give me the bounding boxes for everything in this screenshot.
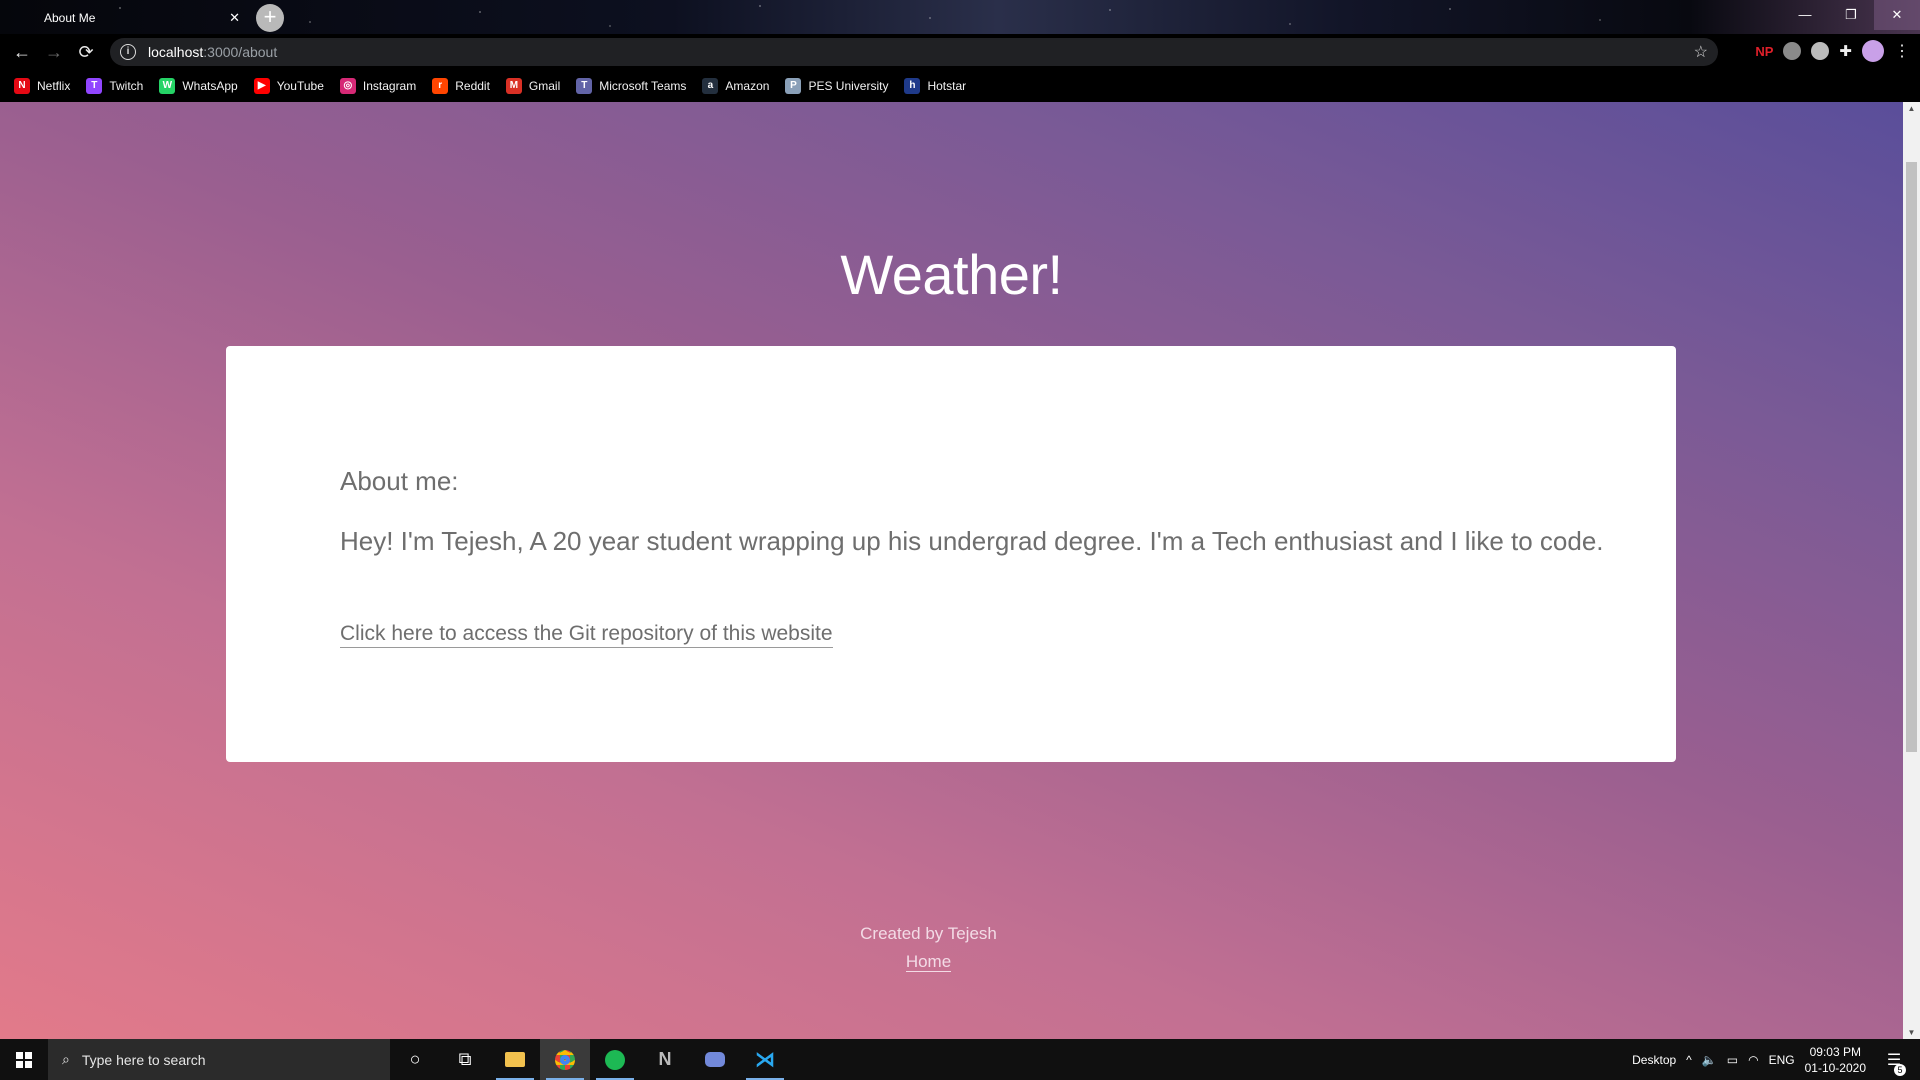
np-extension-icon[interactable]: NP: [1755, 44, 1773, 59]
file-explorer-icon[interactable]: [490, 1039, 540, 1080]
microsoft-teams-icon: T: [576, 78, 593, 94]
scrollbar-thumb[interactable]: [1906, 162, 1917, 752]
page-footer: Created by Tejesh Home: [0, 924, 1857, 972]
minimize-button[interactable]: —: [1782, 0, 1828, 30]
home-link[interactable]: Home: [905, 952, 952, 972]
scroll-down-arrow-icon[interactable]: ▼: [1903, 1028, 1920, 1037]
chrome-icon[interactable]: [540, 1039, 590, 1080]
hotstar-icon: h: [904, 78, 921, 94]
bookmark-twitch[interactable]: T Twitch: [86, 78, 143, 94]
taskbar-clock[interactable]: 09:03 PM 01-10-2020: [1805, 1044, 1866, 1076]
vscode-icon[interactable]: ⋊: [740, 1039, 790, 1080]
bookmark-label: Twitch: [109, 79, 144, 93]
bookmark-netflix[interactable]: N Netflix: [14, 78, 70, 94]
about-bio: Hey! I'm Tejesh, A 20 year student wrapp…: [340, 526, 1604, 556]
bookmark-label: WhatsApp: [182, 79, 238, 93]
bookmark-label: Microsoft Teams: [599, 79, 687, 93]
bookmark-label: Reddit: [455, 79, 490, 93]
cortana-icon[interactable]: ○: [390, 1039, 440, 1080]
bookmark-pes-university[interactable]: P PES University: [785, 78, 888, 94]
bookmark-microsoft-teams[interactable]: T Microsoft Teams: [576, 78, 686, 94]
tab-title: About Me: [44, 11, 96, 25]
bookmark-label: Gmail: [528, 79, 561, 93]
notifications-icon[interactable]: ☰ 5: [1876, 1050, 1912, 1076]
windows-logo-icon: [16, 1051, 32, 1068]
site-info-icon[interactable]: i: [120, 44, 136, 60]
bookmark-label: Amazon: [725, 79, 770, 93]
gmail-icon: M: [505, 78, 522, 94]
task-view-icon[interactable]: ⧉: [440, 1039, 490, 1080]
bookmark-instagram[interactable]: ◎ Instagram: [339, 78, 417, 94]
tab-close-icon[interactable]: ✕: [229, 10, 240, 26]
bookmark-amazon[interactable]: a Amazon: [702, 78, 769, 94]
url-path: :3000/about: [203, 44, 278, 60]
notion-icon[interactable]: N: [640, 1039, 690, 1080]
clock-date: 01-10-2020: [1804, 1060, 1866, 1075]
extensions-puzzle-icon[interactable]: ✚: [1839, 42, 1852, 60]
scroll-up-arrow-icon[interactable]: ▲: [1903, 104, 1920, 113]
extension-icon[interactable]: [1811, 42, 1830, 60]
about-card: About me: Hey! I'm Tejesh, A 20 year stu…: [226, 346, 1676, 762]
clock-time: 09:03 PM: [1809, 1044, 1861, 1059]
browser-toolbar: ← → ⟳ i localhost:3000/about ☆ NP ✚ ⋮: [0, 34, 1920, 70]
discord-icon[interactable]: [690, 1039, 740, 1080]
bookmark-label: Netflix: [37, 79, 71, 93]
bookmark-hotstar[interactable]: h Hotstar: [904, 78, 966, 94]
footer-credit: Created by Tejesh: [860, 924, 997, 943]
pes-university-icon: P: [785, 78, 802, 94]
address-bar[interactable]: i localhost:3000/about ☆: [110, 38, 1718, 66]
bookmark-label: Hotstar: [927, 79, 967, 93]
bookmark-label: PES University: [808, 79, 889, 93]
bookmark-whatsapp[interactable]: W WhatsApp: [159, 78, 238, 94]
browser-tabstrip: About Me ✕ + — ❐ ✕: [0, 0, 1920, 34]
system-tray: Desktop ^ 🔈 ▭ ◠ ENG 09:03 PM 01-10-2020 …: [1632, 1039, 1920, 1080]
extension-icon[interactable]: [1783, 42, 1802, 60]
bookmark-gmail[interactable]: M Gmail: [505, 78, 561, 94]
page-title: Weather!: [840, 243, 1063, 306]
page-scrollbar[interactable]: ▲ ▼: [1903, 102, 1920, 1039]
bookmark-youtube[interactable]: ▶ YouTube: [253, 78, 324, 94]
window-controls: — ❐ ✕: [1782, 0, 1920, 30]
forward-arrow-icon[interactable]: →: [38, 36, 70, 68]
bookmark-label: YouTube: [276, 79, 324, 93]
extensions-area: NP ✚ ⋮: [1755, 40, 1910, 62]
new-tab-button[interactable]: +: [256, 4, 284, 32]
more-menu-icon[interactable]: ⋮: [1894, 41, 1910, 61]
whatsapp-icon: W: [159, 78, 176, 94]
about-heading: About me:: [340, 466, 459, 496]
youtube-icon: ▶: [253, 78, 270, 94]
git-repo-link[interactable]: Click here to access the Git repository …: [340, 622, 833, 648]
instagram-icon: ◎: [339, 78, 356, 94]
start-button[interactable]: [0, 1039, 48, 1080]
profile-avatar[interactable]: [1862, 40, 1884, 62]
bookmark-reddit[interactable]: r Reddit: [432, 78, 490, 94]
page-viewport: Weather! About me: Hey! I'm Tejesh, A 20…: [0, 102, 1903, 1039]
reload-icon[interactable]: ⟳: [70, 36, 102, 68]
spotify-icon[interactable]: [590, 1039, 640, 1080]
bookmark-label: Instagram: [362, 79, 417, 93]
notification-count: 5: [1894, 1063, 1906, 1076]
close-window-button[interactable]: ✕: [1874, 0, 1920, 30]
bookmark-star-icon[interactable]: ☆: [1694, 42, 1708, 62]
back-arrow-icon[interactable]: ←: [6, 36, 38, 68]
bookmarks-bar: N Netflix T Twitch W WhatsApp ▶ YouTube ◎ Instagr…: [0, 70, 1920, 102]
search-icon: ⌕: [62, 1051, 70, 1067]
windows-taskbar: ⌕ Type here to search ○ ⧉ N ⋊ Desktop ^ …: [0, 1039, 1920, 1080]
search-placeholder: Type here to search: [81, 1051, 206, 1068]
amazon-icon: a: [702, 78, 719, 94]
twitch-icon: T: [86, 78, 103, 94]
restore-button[interactable]: ❐: [1828, 0, 1874, 30]
taskbar-search-box[interactable]: ⌕ Type here to search: [48, 1039, 390, 1080]
browser-tab-about-me[interactable]: About Me ✕: [10, 2, 250, 34]
reddit-icon: r: [432, 78, 449, 94]
desktop-toolbar-label[interactable]: Desktop: [1632, 1053, 1676, 1067]
url-host: localhost: [148, 44, 204, 60]
wifi-icon[interactable]: ◠: [1748, 1053, 1758, 1067]
tray-chevron-icon[interactable]: ^: [1686, 1053, 1692, 1067]
netflix-icon: N: [14, 78, 30, 94]
language-indicator[interactable]: ENG: [1769, 1053, 1795, 1067]
volume-icon[interactable]: 🔈: [1702, 1053, 1717, 1067]
battery-icon[interactable]: ▭: [1727, 1053, 1738, 1067]
